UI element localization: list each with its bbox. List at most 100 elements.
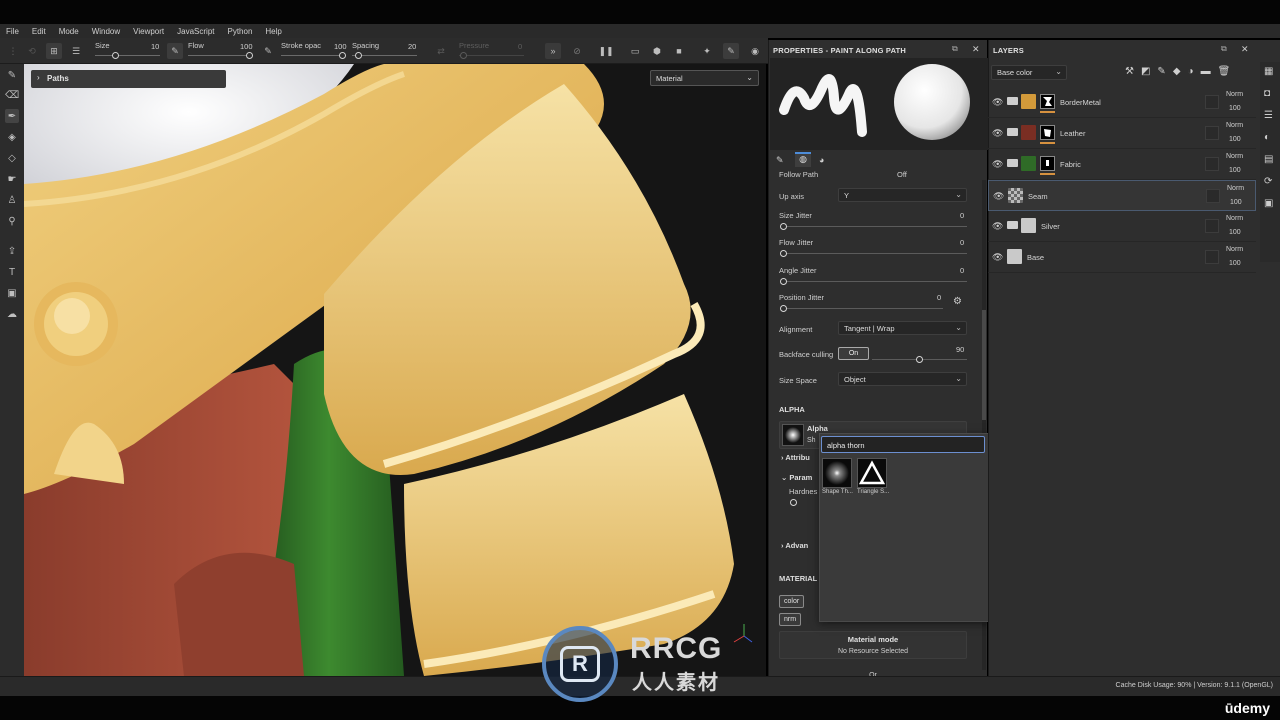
add-fill-layer-icon[interactable]: ◆ — [1173, 66, 1188, 77]
undock-icon[interactable]: ⧉ — [952, 44, 958, 54]
size-jitter-value[interactable]: 0 — [960, 211, 964, 220]
layer-opacity[interactable]: 100 — [1230, 199, 1242, 206]
effects-icon[interactable]: ⚒ — [1125, 66, 1141, 77]
color-channel-chip[interactable]: color — [779, 595, 805, 608]
layer-channel-select[interactable]: Base color ⌄ — [991, 65, 1067, 80]
visibility-eye-icon[interactable]: 👁 — [992, 159, 1004, 169]
layer-row[interactable]: 👁 Silver Norm 100 — [988, 211, 1256, 242]
layer-options-box[interactable] — [1205, 219, 1219, 233]
layer-opacity[interactable]: 100 — [1229, 260, 1241, 267]
layer-row[interactable]: 👁 Leather Norm 100 — [988, 118, 1256, 149]
angle-jitter-track[interactable] — [783, 281, 967, 282]
add-paint-layer-icon[interactable]: ✎ — [1157, 66, 1172, 77]
backface-angle-knob[interactable] — [916, 356, 923, 363]
color-picker-icon[interactable]: ⚲ — [5, 214, 19, 228]
symmetry-icon[interactable]: ⊞ — [46, 43, 62, 59]
viewer-settings-dock-icon[interactable]: ▤ — [1264, 154, 1273, 165]
layer-row[interactable]: 👁 Base Norm 100 — [988, 242, 1256, 273]
viewport-material-select[interactable]: Material ⌄ — [650, 70, 759, 86]
visibility-eye-icon[interactable]: 👁 — [992, 252, 1004, 262]
layer-mask-thumbnail[interactable] — [1040, 94, 1055, 109]
spacing-slider-knob[interactable] — [355, 52, 362, 59]
path-tool-icon[interactable]: ✒ — [5, 109, 19, 123]
layer-blend-mode[interactable]: Norm — [1227, 185, 1244, 192]
paint-brush-icon[interactable]: ✎ — [723, 43, 739, 59]
cube-view-icon[interactable]: ⬢ — [649, 43, 665, 59]
flow-value[interactable]: 100 — [240, 42, 253, 51]
angle-jitter-knob[interactable] — [780, 278, 787, 285]
menu-javascript[interactable]: JavaScript — [177, 27, 214, 36]
paint-tool-icon[interactable]: ✎ — [5, 68, 19, 82]
layer-opacity[interactable]: 100 — [1229, 167, 1241, 174]
size-jitter-knob[interactable] — [780, 223, 787, 230]
texture-set-dock-icon[interactable]: ◘ — [1264, 88, 1270, 99]
layer-options-box[interactable] — [1205, 95, 1219, 109]
backface-culling-toggle[interactable]: On — [838, 347, 869, 360]
clone-tool-icon[interactable]: ♙ — [5, 193, 19, 207]
undo-icon[interactable]: ⟲ — [24, 43, 40, 59]
layer-opacity[interactable]: 100 — [1229, 105, 1241, 112]
visibility-eye-icon[interactable]: 👁 — [992, 221, 1004, 231]
brush-tab-icon[interactable]: ✎ — [776, 155, 784, 166]
layer-name[interactable]: BorderMetal — [1060, 98, 1101, 107]
history-dock-icon[interactable]: ⟳ — [1264, 176, 1272, 187]
layer-blend-mode[interactable]: Norm — [1226, 153, 1243, 160]
layers-dock-icon[interactable]: ▦ — [1264, 66, 1273, 77]
3d-viewport[interactable] — [24, 64, 766, 676]
layer-mask-thumbnail[interactable] — [1040, 125, 1055, 140]
visibility-eye-icon[interactable]: 👁 — [993, 191, 1005, 201]
alpha-item-triangle[interactable] — [857, 458, 887, 488]
layer-name[interactable]: Leather — [1060, 129, 1085, 138]
layer-blend-mode[interactable]: Norm — [1226, 215, 1243, 222]
expand-icon[interactable]: » — [545, 43, 561, 59]
angle-jitter-value[interactable]: 0 — [960, 266, 964, 275]
position-jitter-track[interactable] — [783, 308, 943, 309]
flow-jitter-value[interactable]: 0 — [960, 238, 964, 247]
undock-icon[interactable]: ⧉ — [1221, 44, 1227, 54]
properties-dock-icon[interactable]: ☰ — [1264, 110, 1273, 121]
layer-name[interactable]: Seam — [1028, 192, 1048, 201]
layer-name[interactable]: Base — [1027, 253, 1044, 262]
menu-edit[interactable]: Edit — [32, 27, 46, 36]
bake-tool-icon[interactable]: ⇪ — [5, 244, 19, 258]
random-seed-icon[interactable]: ⚙ — [953, 296, 962, 307]
screenshot-icon[interactable]: ◉ — [747, 43, 763, 59]
delete-layer-icon[interactable]: 🗑 — [1218, 66, 1238, 77]
flow-jitter-track[interactable] — [783, 253, 967, 254]
visibility-eye-icon[interactable]: 👁 — [992, 128, 1004, 138]
alpha-tab-icon[interactable]: ◍ — [795, 152, 811, 167]
close-icon[interactable]: ✕ — [1241, 44, 1249, 55]
stroke-slider-knob[interactable] — [339, 52, 346, 59]
layer-blend-mode[interactable]: Norm — [1226, 246, 1243, 253]
layer-row[interactable]: 👁 Fabric Norm 100 — [988, 149, 1256, 180]
display-settings-dock-icon[interactable]: ◐ — [1264, 132, 1270, 143]
attributes-section[interactable]: › Attribu — [781, 453, 810, 462]
layer-options-box[interactable] — [1206, 189, 1220, 203]
layer-options-box[interactable] — [1205, 126, 1219, 140]
position-jitter-value[interactable]: 0 — [937, 293, 941, 302]
add-folder-icon[interactable]: ▬ — [1201, 66, 1218, 77]
visibility-eye-icon[interactable]: 👁 — [992, 97, 1004, 107]
alpha-search-input[interactable]: alpha thorn — [821, 436, 985, 453]
up-axis-select[interactable]: Y ⌄ — [838, 188, 967, 202]
flow-slider-track[interactable] — [188, 55, 253, 56]
flow-slider-knob[interactable] — [246, 52, 253, 59]
projection-tool-icon[interactable]: ◈ — [5, 130, 19, 144]
size-slider-track[interactable] — [95, 55, 160, 56]
add-mask-icon[interactable]: ◩ — [1141, 66, 1157, 77]
pin-icon[interactable]: ✦ — [699, 43, 715, 59]
stroke-pen-icon[interactable]: ✎ — [260, 43, 276, 59]
settings-sliders-icon[interactable]: ☰ — [68, 43, 84, 59]
follow-path-value[interactable]: Off — [897, 170, 907, 179]
layer-name[interactable]: Fabric — [1060, 160, 1081, 169]
hardness-knob[interactable] — [790, 499, 797, 506]
size-value[interactable]: 10 — [151, 42, 159, 51]
layer-options-box[interactable] — [1205, 250, 1219, 264]
alignment-select[interactable]: Tangent | Wrap ⌄ — [838, 321, 967, 335]
eraser-tool-icon[interactable]: ⌫ — [5, 88, 19, 102]
layer-opacity[interactable]: 100 — [1229, 229, 1241, 236]
menu-viewport[interactable]: Viewport — [133, 27, 164, 36]
spacing-value[interactable]: 20 — [408, 42, 416, 51]
text-tool-icon[interactable]: T — [5, 265, 19, 279]
log-dock-icon[interactable]: ▣ — [1264, 198, 1273, 209]
